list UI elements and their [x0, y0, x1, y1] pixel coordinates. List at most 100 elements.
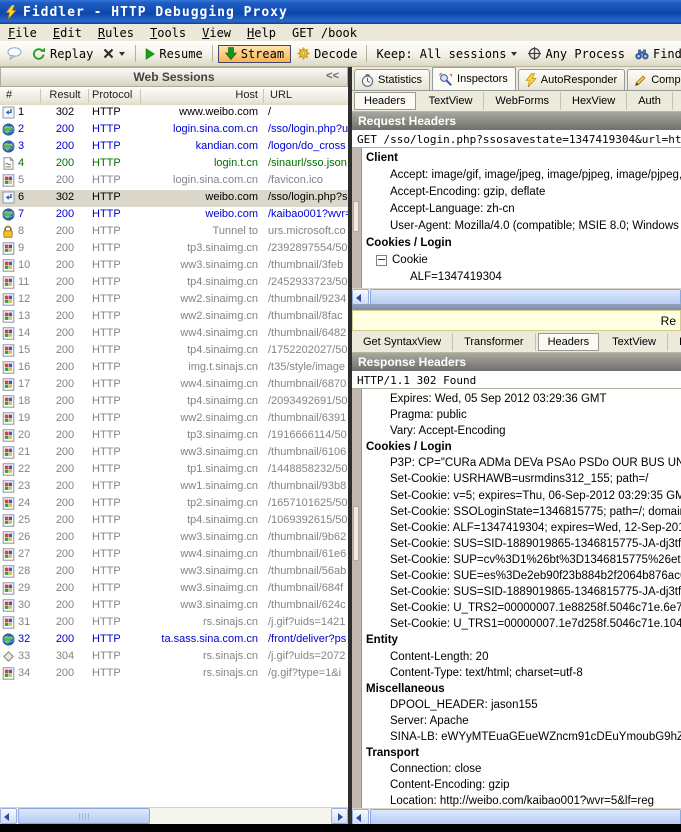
response-tab-headers[interactable]: Headers: [538, 333, 600, 351]
header-line[interactable]: P3P: CP="CURa ADMa DEVa PSAo PSDo OUR BU…: [362, 455, 681, 471]
table-row[interactable]: 10200HTTPww3.sinaimg.cn/thumbnail/3feb: [0, 258, 348, 275]
table-row[interactable]: 15200HTTPtp4.sinaimg.cn/1752202027/50: [0, 343, 348, 360]
scroll-right-button[interactable]: [331, 808, 348, 824]
scroll-thumb[interactable]: [353, 506, 359, 560]
cookie-value[interactable]: ALF=1347419304: [362, 269, 681, 286]
table-row[interactable]: 17200HTTPww4.sinaimg.cn/thumbnail/6870: [0, 377, 348, 394]
header-group[interactable]: Entity: [362, 632, 681, 648]
tab-statistics[interactable]: Statistics: [354, 69, 430, 90]
request-tab-webforms[interactable]: WebForms: [484, 92, 561, 110]
column-separator[interactable]: [88, 89, 89, 103]
header-group[interactable]: Client: [362, 150, 681, 167]
header-line[interactable]: Pragma: public: [362, 407, 681, 423]
table-row[interactable]: 14200HTTPww4.sinaimg.cn/thumbnail/6482: [0, 326, 348, 343]
header-line[interactable]: Set-Cookie: U_TRS1=00000007.1e7d258f.504…: [362, 616, 681, 632]
header-line[interactable]: Vary: Accept-Encoding: [362, 423, 681, 439]
table-row[interactable]: 23200HTTPww1.sinaimg.cn/thumbnail/93b8: [0, 479, 348, 496]
table-row[interactable]: 30200HTTPww3.sinaimg.cn/thumbnail/624c: [0, 598, 348, 615]
table-row[interactable]: 8200HTTPTunnel tours.microsoft.co: [0, 224, 348, 241]
table-row[interactable]: 4200HTTPlogin.t.cn/sinaurl/sso.json: [0, 156, 348, 173]
header-line[interactable]: Set-Cookie: v=5; expires=Thu, 06-Sep-201…: [362, 488, 681, 504]
sessions-hscrollbar[interactable]: [0, 807, 348, 824]
header-line[interactable]: Location: http://weibo.com/kaibao001?wvr…: [362, 793, 681, 808]
header-line[interactable]: Accept: image/gif, image/jpeg, image/pjp…: [362, 167, 681, 184]
tree-node-cookie[interactable]: Cookie: [362, 252, 681, 269]
collapse-expander-icon[interactable]: [376, 255, 387, 266]
tab-composer[interactable]: Composer: [627, 69, 681, 90]
remove-sessions-button[interactable]: [99, 46, 130, 61]
table-row[interactable]: 31200HTTPrs.sinajs.cn/j.gif?uids=1421: [0, 615, 348, 632]
column-separator[interactable]: [263, 89, 264, 103]
find-button[interactable]: Find: [631, 45, 681, 63]
request-tab-hexview[interactable]: HexView: [561, 92, 627, 110]
table-row[interactable]: 25200HTTPtp4.sinaimg.cn/1069392615/50: [0, 513, 348, 530]
header-line[interactable]: DPOOL_HEADER: jason155: [362, 697, 681, 713]
header-line[interactable]: Content-Length: 20: [362, 649, 681, 665]
response-tab-get-syntaxview[interactable]: Get SyntaxView: [352, 333, 453, 351]
column-header-protocol[interactable]: Protocol: [92, 89, 132, 101]
replay-button[interactable]: Replay: [28, 45, 97, 63]
table-row[interactable]: 29200HTTPww3.sinaimg.cn/thumbnail/684f: [0, 581, 348, 598]
header-line[interactable]: Set-Cookie: SUS=SID-1889019865-134681577…: [362, 536, 681, 552]
menu-item-view[interactable]: View: [194, 25, 239, 41]
header-line[interactable]: User-Agent: Mozilla/4.0 (compatible; MSI…: [362, 218, 681, 235]
table-row[interactable]: 22200HTTPtp1.sinaimg.cn/1448858232/50: [0, 462, 348, 479]
request-vscrollbar[interactable]: [352, 148, 362, 288]
response-status-line[interactable]: HTTP/1.1 302 Found: [352, 371, 681, 389]
header-line[interactable]: Server: Apache: [362, 713, 681, 729]
header-line[interactable]: Set-Cookie: USRHAWB=usrmdins312_155; pat…: [362, 471, 681, 487]
table-row[interactable]: 16200HTTPimg.t.sinajs.cn/t35/style/image: [0, 360, 348, 377]
menu-item-file[interactable]: File: [0, 25, 45, 41]
decode-toggle-button[interactable]: Decode: [293, 45, 361, 63]
request-tab-cookies[interactable]: Cookies: [673, 92, 681, 110]
column-header-result[interactable]: Result: [42, 89, 88, 101]
header-line[interactable]: Accept-Encoding: gzip, deflate: [362, 184, 681, 201]
table-row[interactable]: 11200HTTPtp4.sinaimg.cn/2452933723/50: [0, 275, 348, 292]
table-row[interactable]: 19200HTTPww2.sinaimg.cn/thumbnail/6391: [0, 411, 348, 428]
request-tab-textview[interactable]: TextView: [418, 92, 485, 110]
request-tab-headers[interactable]: Headers: [354, 92, 416, 110]
table-row[interactable]: 13200HTTPww2.sinaimg.cn/thumbnail/8fac: [0, 309, 348, 326]
column-header-url[interactable]: URL: [270, 89, 292, 101]
response-vscrollbar[interactable]: [352, 389, 362, 808]
table-row[interactable]: 3200HTTPkandian.com/logon/do_cross: [0, 139, 348, 156]
header-group[interactable]: Cookies / Login: [362, 439, 681, 455]
resume-button[interactable]: Resume: [141, 45, 206, 63]
table-row[interactable]: 12200HTTPww2.sinaimg.cn/thumbnail/9234: [0, 292, 348, 309]
header-line[interactable]: Content-Encoding: gzip: [362, 777, 681, 793]
header-group[interactable]: Transport: [362, 745, 681, 761]
keep-sessions-dropdown[interactable]: Keep: All sessions: [372, 45, 522, 63]
column-header-num[interactable]: #: [6, 89, 12, 101]
header-line[interactable]: Content-Type: text/html; charset=utf-8: [362, 665, 681, 681]
menu-item-tools[interactable]: Tools: [142, 25, 194, 41]
header-line[interactable]: Accept-Language: zh-cn: [362, 201, 681, 218]
table-row[interactable]: 24200HTTPtp2.sinaimg.cn/1657101625/50: [0, 496, 348, 513]
table-row[interactable]: 21200HTTPww3.sinaimg.cn/thumbnail/6106: [0, 445, 348, 462]
tab-inspectors[interactable]: Inspectors: [432, 67, 516, 90]
response-tab-transformer[interactable]: Transformer: [453, 333, 536, 351]
scroll-left-button[interactable]: [352, 289, 369, 305]
titlebar[interactable]: Fiddler - HTTP Debugging Proxy: [0, 0, 681, 24]
request-tab-auth[interactable]: Auth: [627, 92, 673, 110]
menu-item-edit[interactable]: Edit: [45, 25, 90, 41]
table-row[interactable]: 26200HTTPww3.sinaimg.cn/thumbnail/9b62: [0, 530, 348, 547]
request-line[interactable]: GET /sso/login.php?ssosavestate=13474193…: [352, 130, 681, 148]
scroll-left-button[interactable]: [352, 809, 369, 824]
header-line[interactable]: Set-Cookie: SUP=cv%3D1%26bt%3D1346815775…: [362, 552, 681, 568]
header-line[interactable]: Expires: Wed, 05 Sep 2012 03:29:36 GMT: [362, 391, 681, 407]
response-tab-textview[interactable]: TextView: [601, 333, 668, 351]
table-row[interactable]: 28200HTTPww3.sinaimg.cn/thumbnail/56ab: [0, 564, 348, 581]
table-row[interactable]: 32200HTTPta.sass.sina.com.cn/front/deliv…: [0, 632, 348, 649]
scroll-left-button[interactable]: [0, 808, 17, 824]
header-group[interactable]: Cookies / Login: [362, 235, 681, 252]
scroll-thumb[interactable]: [370, 809, 681, 824]
menu-item-help[interactable]: Help: [239, 25, 284, 41]
response-tab-imageview[interactable]: ImageView: [668, 333, 681, 351]
table-row[interactable]: 2200HTTPlogin.sina.com.cn/sso/login.php?…: [0, 122, 348, 139]
collapse-panel-button[interactable]: <<: [322, 70, 343, 82]
menu-item-rules[interactable]: Rules: [90, 25, 142, 41]
table-row[interactable]: 6302HTTPweibo.com/sso/login.php?s: [0, 190, 348, 207]
table-row[interactable]: 20200HTTPtp3.sinaimg.cn/1916666114/50: [0, 428, 348, 445]
table-row[interactable]: 9200HTTPtp3.sinaimg.cn/2392897554/50: [0, 241, 348, 258]
scroll-thumb[interactable]: [353, 201, 359, 232]
